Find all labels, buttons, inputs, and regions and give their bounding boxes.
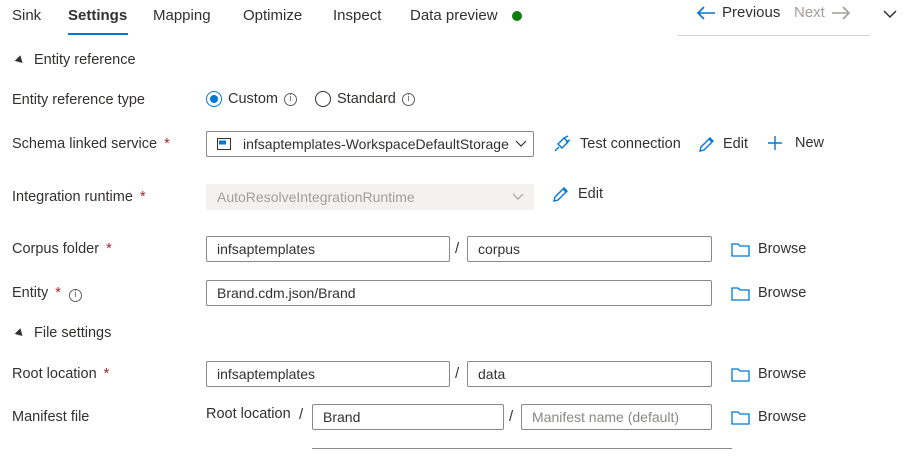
chevron-down-icon[interactable] (882, 8, 898, 20)
radio-standard[interactable]: Standard i (315, 91, 415, 107)
path-separator: / (299, 406, 304, 423)
schema-linked-service-text: Schema linked service (12, 136, 158, 152)
root-location-label: Root location * (12, 366, 109, 382)
path-separator: / (455, 365, 460, 382)
path-separator: / (509, 408, 514, 425)
root-path-input[interactable]: data (467, 361, 712, 387)
required-marker: * (55, 285, 61, 301)
manifest-name-input[interactable]: Manifest name (default) (521, 404, 712, 430)
edit-label: Edit (578, 186, 603, 202)
header-divider (678, 35, 870, 36)
entity-input[interactable]: Brand.cdm.json/Brand (206, 280, 712, 306)
section-title: File settings (34, 325, 112, 341)
edit-linked-service-button[interactable]: Edit (698, 135, 748, 153)
radio-button-selected (206, 91, 222, 107)
integration-runtime-text: Integration runtime (12, 189, 133, 205)
radio-custom-label: Custom (228, 91, 278, 107)
path-separator: / (455, 240, 460, 257)
plug-icon (554, 135, 571, 152)
integration-runtime-value: AutoResolveIntegrationRuntime (217, 189, 415, 205)
required-marker: * (139, 189, 146, 205)
browse-label: Browse (758, 285, 807, 301)
browse-corpus-button[interactable]: Browse (731, 241, 806, 257)
browse-root-button[interactable]: Browse (731, 366, 806, 382)
folder-icon (731, 242, 750, 257)
next-button[interactable]: Next (794, 4, 851, 21)
test-connection-button[interactable]: Test connection (552, 135, 681, 153)
info-icon: i (401, 92, 415, 106)
radio-standard-label: Standard (337, 91, 396, 107)
corpus-container-input[interactable]: infsaptemplates (206, 236, 450, 262)
entity-label: Entity * i (12, 285, 82, 302)
previous-button[interactable]: Previous (696, 4, 780, 21)
schema-linked-service-select[interactable]: infsaptemplates-WorkspaceDefaultStorage (206, 131, 534, 157)
tab-mapping[interactable]: Mapping (153, 7, 211, 24)
entity-text: Entity (12, 285, 49, 301)
status-dot (512, 11, 522, 21)
schema-linked-service-label: Schema linked service * (12, 136, 170, 152)
pencil-icon (553, 187, 568, 202)
folder-icon (731, 367, 750, 382)
next-label: Next (794, 4, 825, 21)
edit-integration-runtime-button[interactable]: Edit (552, 185, 603, 203)
arrow-right-icon (831, 5, 850, 20)
new-linked-service-button[interactable]: New (767, 135, 824, 151)
root-location-text: Root location (12, 366, 97, 382)
arrow-left-icon (696, 5, 715, 20)
browse-entity-button[interactable]: Browse (731, 285, 806, 301)
plus-icon (768, 136, 782, 150)
radio-button (315, 91, 331, 107)
browse-manifest-button[interactable]: Browse (731, 409, 806, 425)
section-file-settings[interactable]: File settings (14, 325, 112, 341)
tab-optimize[interactable]: Optimize (243, 7, 302, 24)
collapse-triangle-icon (14, 327, 26, 339)
tab-sink[interactable]: Sink (12, 7, 41, 24)
previous-label: Previous (722, 4, 781, 21)
section-entity-reference[interactable]: Entity reference (14, 52, 136, 68)
integration-runtime-label: Integration runtime * (12, 189, 146, 205)
storage-icon (217, 138, 231, 150)
active-tab-indicator (68, 33, 128, 35)
folder-icon (731, 286, 750, 301)
manifest-file-label: Manifest file (12, 409, 90, 425)
schema-linked-service-value: infsaptemplates-WorkspaceDefaultStorage (243, 136, 509, 152)
radio-custom[interactable]: Custom i (206, 91, 297, 107)
info-icon: i (68, 289, 82, 302)
edit-label: Edit (723, 136, 748, 152)
section-title: Entity reference (34, 52, 136, 68)
next-field-edge (312, 448, 732, 459)
corpus-path-input[interactable]: corpus (467, 236, 712, 262)
required-marker: * (164, 136, 170, 152)
entity-reference-type-label: Entity reference type (12, 92, 145, 108)
pencil-icon (699, 137, 714, 152)
manifest-folder-input[interactable]: Brand (312, 404, 504, 430)
browse-label: Browse (758, 409, 807, 425)
test-connection-label: Test connection (580, 136, 681, 152)
tab-data-preview[interactable]: Data preview (410, 7, 498, 24)
tab-inspect[interactable]: Inspect (333, 7, 381, 24)
chevron-down-icon (512, 193, 524, 200)
info-icon: i (283, 92, 297, 106)
folder-icon (731, 410, 750, 425)
browse-label: Browse (758, 366, 807, 382)
required-marker: * (103, 366, 110, 382)
corpus-folder-text: Corpus folder (12, 241, 100, 257)
root-container-input[interactable]: infsaptemplates (206, 361, 450, 387)
tab-settings[interactable]: Settings (68, 7, 127, 24)
chevron-down-icon (515, 140, 527, 147)
corpus-folder-label: Corpus folder * (12, 241, 112, 257)
collapse-triangle-icon (14, 54, 26, 66)
integration-runtime-select[interactable]: AutoResolveIntegrationRuntime (206, 184, 534, 210)
new-label: New (795, 135, 825, 151)
required-marker: * (106, 241, 112, 257)
browse-label: Browse (758, 241, 807, 257)
manifest-root-location-label: Root location (206, 406, 291, 422)
